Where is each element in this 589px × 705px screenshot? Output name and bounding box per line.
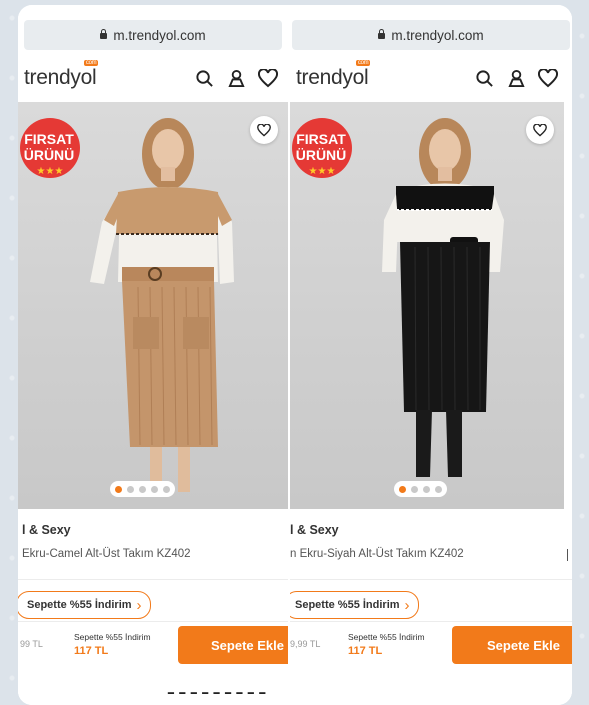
svg-text:★★★: ★★★	[309, 166, 336, 177]
url-text: m.trendyol.com	[113, 27, 206, 43]
cart-promo-text: Sepette %55 İndirim	[74, 632, 151, 642]
svg-text:ÜRÜNÜ: ÜRÜNÜ	[296, 147, 347, 163]
site-header: trendyol com	[18, 55, 288, 101]
heart-icon[interactable]	[538, 68, 558, 88]
promo-pill[interactable]: Sepette %55 İndirim ›	[290, 591, 419, 619]
new-price: 117 TL	[348, 645, 383, 657]
trendyol-logo[interactable]: trendyol com	[24, 60, 99, 90]
product-title: l & Sexy	[290, 523, 339, 537]
favorite-icon[interactable]	[526, 116, 554, 144]
search-icon[interactable]	[474, 68, 494, 88]
add-to-cart-button[interactable]: Sepete Ekle	[452, 626, 572, 664]
lock-icon	[100, 29, 108, 39]
svg-text:★★★: ★★★	[37, 166, 64, 177]
url-bar[interactable]: m.trendyol.com	[24, 20, 282, 50]
firsat-urunu-badge: FIRSAT ÜRÜNÜ ★★★	[292, 118, 352, 178]
scroll-indicator	[567, 549, 568, 561]
message-caption: ـ ـ ـ ـ ـ ـ ـ ـ ـ	[18, 665, 572, 705]
product-subtitle: Ekru-Camel Alt-Üst Takım KZ402	[22, 548, 191, 560]
chevron-right-icon: ›	[136, 596, 142, 614]
user-icon[interactable]	[226, 68, 246, 88]
chevron-right-icon: ›	[404, 596, 410, 614]
logo-com-badge: com	[83, 60, 99, 66]
logo-text: trendyol	[296, 66, 369, 89]
lock-icon	[378, 29, 386, 39]
logo-com-badge: com	[355, 60, 371, 66]
promo-text: Sepette %55 İndirim	[27, 599, 132, 611]
caption-text: ـ ـ ـ ـ ـ ـ ـ ـ ـ	[168, 677, 266, 699]
product-photo[interactable]: FIRSAT ÜRÜNÜ ★★★	[18, 102, 288, 509]
right-screenshot: m.trendyol.com trendyol com FIRSAT ÜRÜNÜ…	[290, 5, 572, 705]
svg-text:FIRSAT: FIRSAT	[24, 131, 74, 147]
svg-text:ÜRÜNÜ: ÜRÜNÜ	[24, 147, 75, 163]
favorite-icon[interactable]	[250, 116, 278, 144]
add-to-cart-button[interactable]: Sepete Ekle	[178, 626, 288, 664]
product-photo[interactable]: FIRSAT ÜRÜNÜ ★★★	[290, 102, 564, 509]
product-title: l & Sexy	[22, 523, 71, 537]
search-icon[interactable]	[194, 68, 214, 88]
user-icon[interactable]	[506, 68, 526, 88]
bottom-bar: 9,99 TL Sepette %55 İndirim 117 TL Sepet…	[290, 626, 572, 664]
promo-text: Sepette %55 İndirim	[295, 599, 400, 611]
heart-icon[interactable]	[258, 68, 278, 88]
firsat-urunu-badge: FIRSAT ÜRÜNÜ ★★★	[20, 118, 80, 178]
old-price: 9,99 TL	[290, 639, 321, 649]
bottom-bar: 99 TL Sepette %55 İndirim 117 TL Sepete …	[18, 626, 288, 664]
promo-pill[interactable]: Sepette %55 İndirim ›	[18, 591, 151, 619]
image-pagination[interactable]	[394, 481, 447, 497]
left-screenshot: m.trendyol.com trendyol com FIRSAT ÜRÜNÜ…	[18, 5, 288, 705]
product-subtitle: n Ekru-Siyah Alt-Üst Takım KZ402	[290, 548, 464, 560]
image-card: m.trendyol.com trendyol com FIRSAT ÜRÜNÜ…	[18, 5, 572, 705]
cart-promo-text: Sepette %55 İndirim	[348, 632, 425, 642]
svg-text:FIRSAT: FIRSAT	[296, 131, 346, 147]
site-header: trendyol com	[290, 55, 572, 101]
image-pagination[interactable]	[110, 481, 175, 497]
url-bar[interactable]: m.trendyol.com	[292, 20, 570, 50]
url-text: m.trendyol.com	[391, 27, 484, 43]
new-price: 117 TL	[74, 645, 109, 657]
logo-text: trendyol	[24, 66, 97, 89]
old-price: 99 TL	[20, 639, 43, 649]
trendyol-logo[interactable]: trendyol com	[296, 60, 371, 90]
